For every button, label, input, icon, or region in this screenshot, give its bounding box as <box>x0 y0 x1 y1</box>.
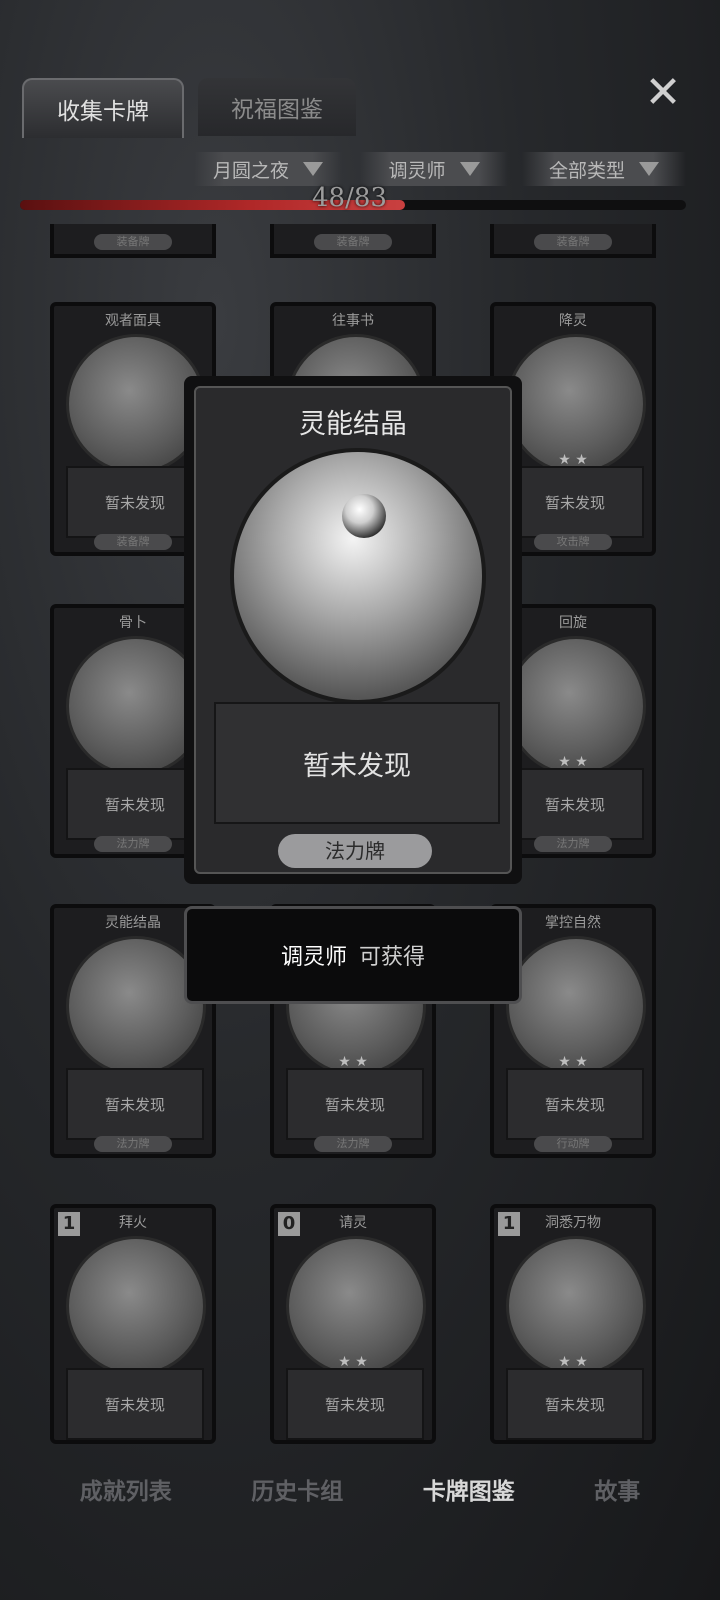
card-detail-status: 暂未发现 <box>214 702 500 824</box>
dropdown-arrow-icon <box>459 162 480 176</box>
nav-card-codex[interactable]: 卡牌图鉴 <box>423 1472 515 1506</box>
nav-story[interactable]: 故事 <box>594 1472 640 1506</box>
tab-collect-cards[interactable]: 收集卡牌 <box>22 78 184 138</box>
filter-mode-label: 月圆之夜 <box>212 159 289 182</box>
card-type-badge: 装备牌 <box>94 234 172 250</box>
card-type-badge: 法力牌 <box>534 836 612 852</box>
dropdown-arrow-icon <box>639 162 659 176</box>
progress-count: 48/83 <box>312 183 387 213</box>
card-detail-title: 灵能结晶 <box>299 409 407 440</box>
card-name: 观者面具 <box>105 313 161 329</box>
card-status: 暂未发现 <box>286 1068 424 1140</box>
card-type-badge: 法力牌 <box>94 836 172 852</box>
card-status: 暂未发现 <box>506 1368 644 1440</box>
card-item[interactable]: 1 拜火 暂未发现 <box>50 1204 216 1444</box>
card-type-badge: 攻击牌 <box>534 534 612 550</box>
card-name: 降灵 <box>559 313 587 329</box>
crystal-orb-icon <box>342 494 386 538</box>
tooltip-role: 调灵师 <box>280 945 347 970</box>
collection-progress-bar: 48/83 <box>20 183 686 213</box>
card-status: 暂未发现 <box>286 1368 424 1440</box>
card-partial[interactable]: 装备牌 <box>50 224 216 258</box>
card-art <box>66 1236 206 1376</box>
card-type-badge: 法力牌 <box>314 1136 392 1152</box>
card-item[interactable]: 1 洞悉万物 ★ ★ 暂未发现 <box>490 1204 656 1444</box>
card-status: 暂未发现 <box>66 1068 204 1140</box>
nav-history-decks[interactable]: 历史卡组 <box>251 1472 343 1506</box>
card-status: 暂未发现 <box>506 466 644 538</box>
nav-achievements[interactable]: 成就列表 <box>80 1472 172 1506</box>
filter-type[interactable]: 全部类型 <box>522 152 686 186</box>
tooltip-text: 可获得 <box>359 945 426 970</box>
card-status: 暂未发现 <box>506 1068 644 1140</box>
card-status: 暂未发现 <box>506 768 644 840</box>
filter-role[interactable]: 调灵师 <box>360 152 508 186</box>
card-type-badge: 装备牌 <box>94 534 172 550</box>
dropdown-arrow-icon <box>303 162 323 176</box>
card-detail-frame: 灵能结晶 暂未发现 法力牌 <box>194 386 512 874</box>
filter-type-label: 全部类型 <box>548 159 625 182</box>
card-partial[interactable]: 装备牌 <box>270 224 436 258</box>
card-type-badge: 法力牌 <box>94 1136 172 1152</box>
bottom-nav: 成就列表 历史卡组 卡牌图鉴 故事 <box>0 1452 720 1526</box>
card-name: 请灵 <box>339 1215 367 1231</box>
card-detail-art <box>230 448 486 704</box>
tab-blessing-codex[interactable]: 祝福图鉴 <box>198 78 356 136</box>
filter-role-label: 调灵师 <box>388 159 446 182</box>
card-type-badge: 行动牌 <box>534 1136 612 1152</box>
card-partial[interactable]: 装备牌 <box>490 224 656 258</box>
filter-mode[interactable]: 月圆之夜 <box>194 152 342 186</box>
card-detail-type-badge: 法力牌 <box>278 834 432 868</box>
card-type-badge: 装备牌 <box>534 234 612 250</box>
card-status: 暂未发现 <box>66 1368 204 1440</box>
close-icon[interactable]: ✕ <box>640 70 686 116</box>
card-name: 拜火 <box>119 1215 147 1231</box>
card-item[interactable]: 0 请灵 ★ ★ 暂未发现 <box>270 1204 436 1444</box>
card-detail-popup[interactable]: 灵能结晶 暂未发现 法力牌 <box>184 376 522 884</box>
card-name: 洞悉万物 <box>545 1215 601 1231</box>
obtain-tooltip: 调灵师 可获得 <box>184 906 522 1004</box>
card-name: 往事书 <box>332 313 374 329</box>
card-type-badge: 装备牌 <box>314 234 392 250</box>
